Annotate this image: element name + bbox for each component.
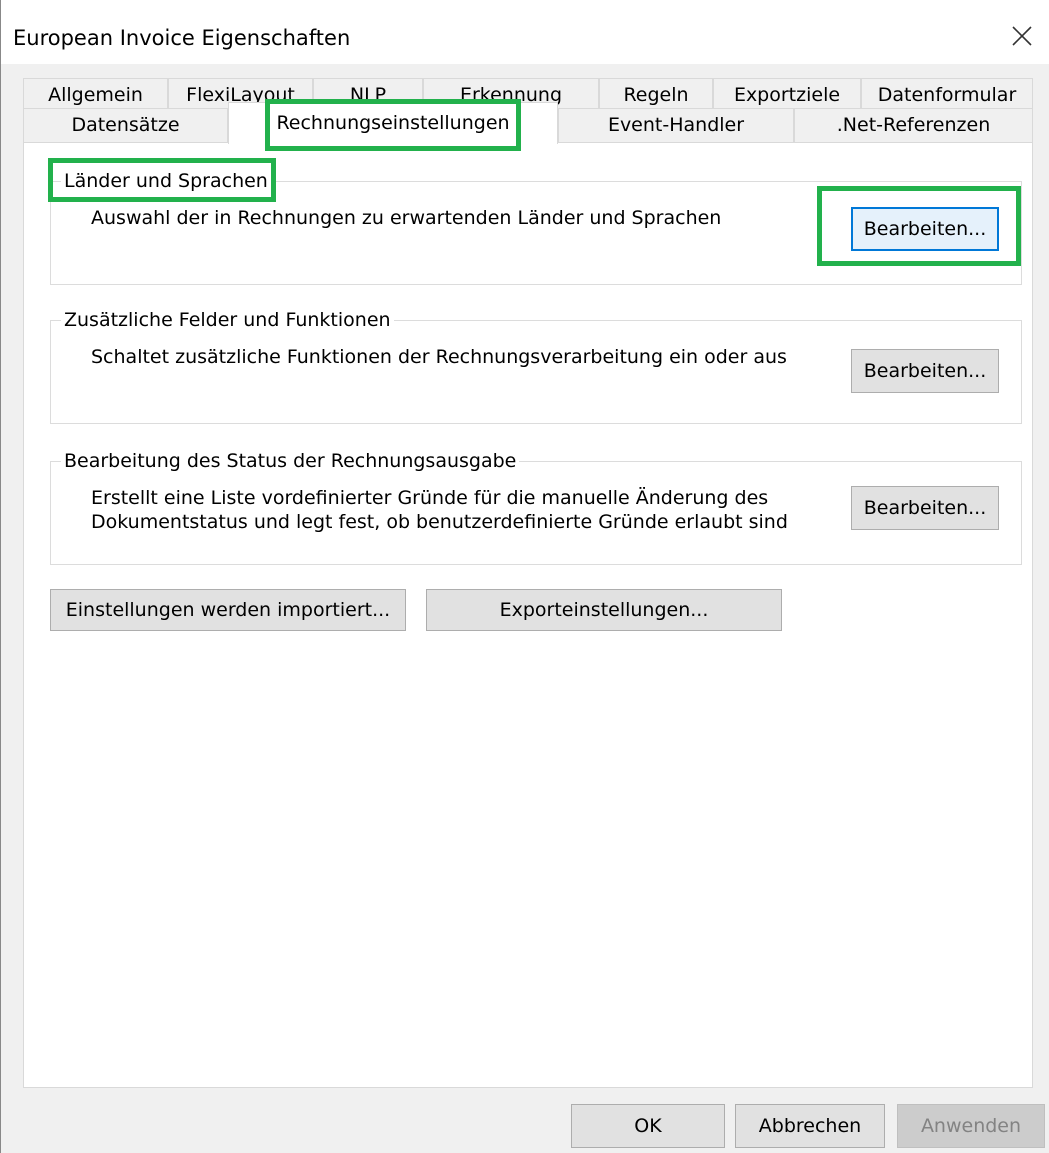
tab-allgemein[interactable]: Allgemein (23, 78, 168, 108)
title-bar: European Invoice Eigenschaften (1, 0, 1049, 64)
edit-countries-languages-button[interactable]: Bearbeiten... (851, 207, 999, 251)
edit-status-reasons-button[interactable]: Bearbeiten... (851, 486, 999, 530)
cancel-button[interactable]: Abbrechen (735, 1104, 885, 1148)
group-laender-sprachen: Länder und Sprachen Auswahl der in Rechn… (50, 168, 1022, 285)
group-desc-status-line1: Erstellt eine Liste vordefinierter Gründ… (91, 487, 769, 509)
group-desc-laender-sprachen: Auswahl der in Rechnungen zu erwartenden… (91, 207, 722, 229)
close-icon (1012, 26, 1032, 46)
tab-regeln[interactable]: Regeln (599, 78, 713, 108)
tab-exportziele[interactable]: Exportziele (713, 78, 861, 108)
group-title-zusaetzliche-felder: Zusätzliche Felder und Funktionen (61, 307, 394, 333)
tab-datensaetze[interactable]: Datensätze (23, 108, 228, 142)
tab-panel-rechnungseinstellungen: Länder und Sprachen Auswahl der in Rechn… (23, 142, 1033, 1088)
apply-button[interactable]: Anwenden (897, 1104, 1045, 1148)
tab-event-handler[interactable]: Event-Handler (558, 108, 794, 142)
window-title: European Invoice Eigenschaften (13, 26, 351, 50)
import-settings-button[interactable]: Einstellungen werden importiert... (50, 589, 406, 631)
group-desc-zusaetzliche-felder: Schaltet zusätzliche Funktionen der Rech… (91, 346, 787, 368)
group-zusaetzliche-felder: Zusätzliche Felder und Funktionen Schalt… (50, 307, 1022, 424)
tab-row-front: Datensätze Rechnungseinstellungen Event-… (23, 102, 1033, 144)
edit-additional-fields-button[interactable]: Bearbeiten... (851, 349, 999, 393)
tab-net-referenzen[interactable]: .Net-Referenzen (794, 108, 1033, 142)
tab-rechnungseinstellungen[interactable]: Rechnungseinstellungen (228, 102, 558, 144)
group-title-laender-sprachen: Länder und Sprachen (61, 168, 271, 194)
ok-button[interactable]: OK (571, 1104, 725, 1148)
group-status-rechnungsausgabe: Bearbeitung des Status der Rechnungsausg… (50, 448, 1022, 565)
tab-datenformular[interactable]: Datenformular (861, 78, 1033, 108)
group-desc-status-line2: Dokumentstatus und legt fest, ob benutze… (91, 511, 788, 533)
group-title-status-rechnungsausgabe: Bearbeitung des Status der Rechnungsausg… (61, 448, 520, 474)
close-button[interactable] (994, 14, 1049, 58)
properties-dialog: European Invoice Eigenschaften Allgemein… (0, 0, 1049, 1153)
export-settings-button[interactable]: Exporteinstellungen... (426, 589, 782, 631)
